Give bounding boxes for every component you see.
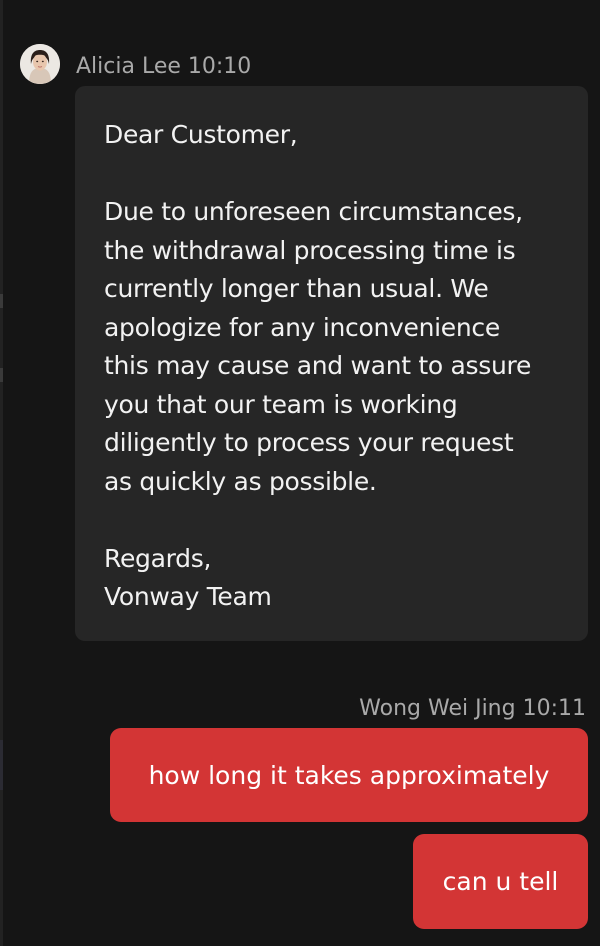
message-line: you that our team is working <box>104 389 458 419</box>
chat-conversation: Alicia Lee 10:10 Dear Customer, Due to u… <box>0 0 600 946</box>
message-line: as quickly as possible. <box>104 466 377 496</box>
sender-avatar[interactable] <box>20 44 60 84</box>
message-signature: Vonway Team <box>104 582 272 611</box>
message-line: currently longer than usual. We <box>104 274 489 303</box>
message-line: diligently to process your request <box>104 428 514 457</box>
outgoing-message-text: can u tell <box>442 867 559 896</box>
incoming-message-header: Alicia Lee 10:10 <box>76 54 252 79</box>
divider-marker <box>0 740 3 790</box>
message-greeting: Dear Customer, <box>104 120 298 149</box>
outgoing-message-text: how long it takes approximately <box>148 760 550 790</box>
outgoing-message-header: Wong Wei Jing 10:11 <box>359 696 586 721</box>
message-line: apologize for any inconvenience <box>104 312 500 342</box>
message-line: the withdrawal processing time is <box>104 235 516 265</box>
incoming-message-bubble[interactable]: Dear Customer, Due to unforeseen circums… <box>75 86 588 641</box>
panel-divider <box>0 0 3 946</box>
avatar-portrait-icon <box>20 44 60 84</box>
message-line: Due to unforeseen circumstances, <box>104 197 523 226</box>
outgoing-message-bubble[interactable]: how long it takes approximately <box>110 728 588 822</box>
divider-marker <box>0 368 3 382</box>
outgoing-message-bubble[interactable]: can u tell <box>413 834 588 929</box>
message-line: this may cause and want to assure <box>104 351 532 380</box>
message-sign-off: Regards, <box>104 543 212 573</box>
divider-marker <box>0 294 3 308</box>
